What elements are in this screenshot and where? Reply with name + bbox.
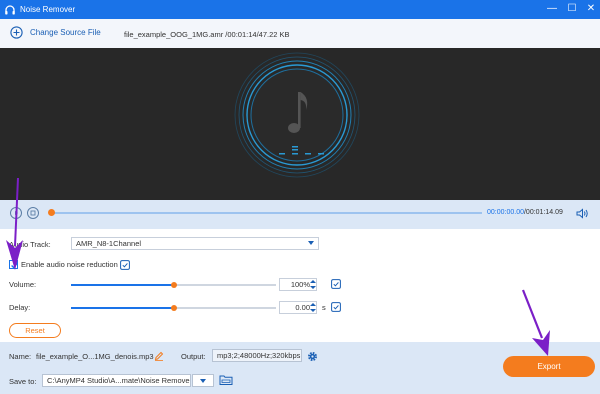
- save-to-label: Save to:: [9, 377, 37, 386]
- audio-track-value: AMR_N8-1Channel: [76, 239, 142, 248]
- output-format-value: mp3;2;48000Hz;320kbps: [217, 351, 301, 360]
- noise-reduction-label: Enable audio noise reduction: [21, 260, 118, 269]
- save-path-field[interactable]: C:\AnyMP4 Studio\A...mate\Noise Remover: [42, 374, 191, 387]
- chevron-down-icon: [308, 241, 314, 245]
- volume-stepper[interactable]: [310, 278, 316, 291]
- save-path-dropdown[interactable]: [192, 374, 214, 387]
- plus-circle-icon: [10, 26, 23, 39]
- export-button[interactable]: Export: [503, 356, 595, 377]
- source-toolbar: Change Source File file_example_OOG_1MG.…: [0, 19, 600, 48]
- player-bar: 00:00:00.00/00:01:14.09: [0, 200, 600, 229]
- chevron-down-icon: [200, 379, 206, 383]
- stepper-down-icon[interactable]: [310, 286, 316, 289]
- source-file-name: file_example_OOG_1MG.amr: [124, 30, 224, 39]
- gear-icon[interactable]: [307, 351, 318, 362]
- progress-bar[interactable]: [52, 212, 482, 214]
- stop-icon: [30, 210, 36, 216]
- settings-panel: Audio Track: AMR_N8-1Channel Enable audi…: [0, 229, 600, 342]
- annotation-arrow-left: [6, 178, 23, 270]
- maximize-button[interactable]: ☐: [564, 2, 580, 16]
- name-label: Name:: [9, 352, 32, 361]
- volume-slider-handle[interactable]: [171, 282, 177, 288]
- output-label: Output:: [181, 352, 206, 361]
- copy-icon[interactable]: [331, 302, 341, 312]
- minimize-button[interactable]: —: [544, 2, 560, 16]
- window-title: Noise Remover: [20, 5, 76, 14]
- total-time: /00:01:14.09: [523, 209, 563, 216]
- preview-area: [0, 48, 600, 200]
- delay-stepper[interactable]: [310, 301, 316, 314]
- delay-slider-handle[interactable]: [171, 305, 177, 311]
- folder-icon[interactable]: [219, 374, 233, 386]
- output-file-name: file_example_O...1MG_denois.mp3: [36, 352, 154, 361]
- title-bar: Noise Remover — ☐ ✕: [0, 0, 600, 19]
- stepper-down-icon[interactable]: [310, 309, 316, 312]
- stepper-up-icon[interactable]: [310, 280, 316, 283]
- audio-track-select[interactable]: AMR_N8-1Channel: [71, 237, 319, 250]
- stop-button[interactable]: [27, 207, 39, 219]
- reset-button[interactable]: Reset: [9, 323, 61, 338]
- delay-slider-fill: [71, 307, 174, 309]
- volume-slider[interactable]: [71, 282, 276, 288]
- output-format-field: mp3;2;48000Hz;320kbps: [212, 349, 302, 362]
- delay-unit: s: [322, 303, 326, 312]
- change-source-label: Change Source File: [30, 28, 101, 37]
- source-file-info: file_example_OOG_1MG.amr /00:01:14/47.22…: [124, 30, 290, 39]
- annotation-arrow-export: [521, 289, 550, 356]
- progress-handle[interactable]: [48, 209, 55, 216]
- audio-visualizer: [234, 52, 360, 178]
- copy-icon[interactable]: [331, 279, 341, 289]
- edit-icon[interactable]: [154, 351, 164, 361]
- delay-slider[interactable]: [71, 305, 276, 311]
- time-readout: 00:00:00.00/00:01:14.09: [487, 209, 563, 216]
- delay-label: Delay:: [9, 303, 31, 312]
- current-time: 00:00:00.00: [487, 209, 524, 216]
- volume-label: Volume:: [9, 280, 37, 289]
- save-path-value: C:\AnyMP4 Studio\A...mate\Noise Remover: [47, 376, 191, 385]
- output-bar: Name: file_example_O...1MG_denois.mp3 Ou…: [0, 342, 600, 394]
- copy-icon[interactable]: [120, 260, 130, 270]
- source-file-meta: /00:01:14/47.22 KB: [225, 30, 290, 39]
- headphones-icon: [5, 4, 15, 14]
- stepper-up-icon[interactable]: [310, 303, 316, 306]
- volume-icon[interactable]: [576, 208, 589, 219]
- volume-slider-fill: [71, 284, 174, 286]
- close-button[interactable]: ✕: [583, 2, 599, 16]
- change-source-button[interactable]: Change Source File: [10, 26, 101, 39]
